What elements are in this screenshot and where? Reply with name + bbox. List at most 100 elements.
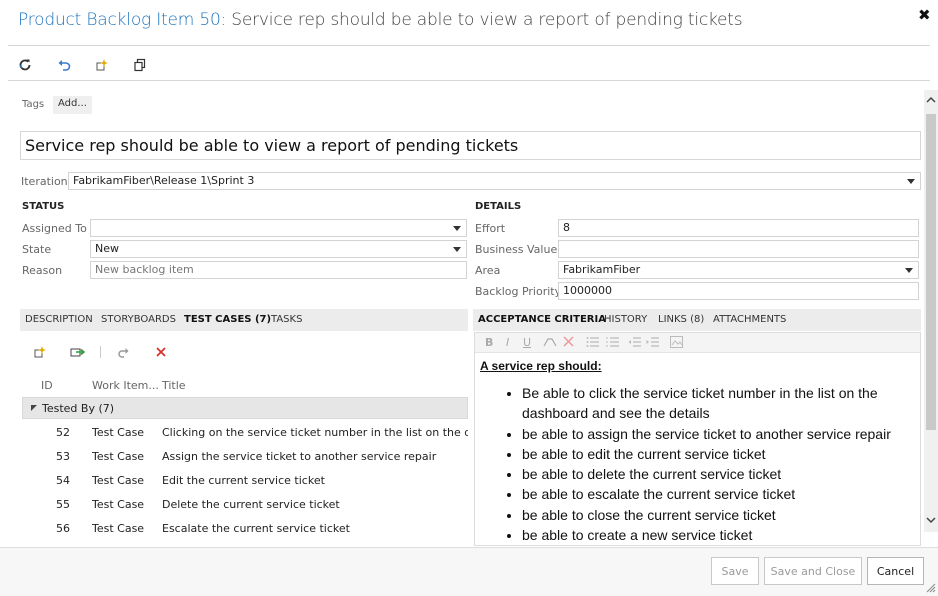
acceptance-criteria-editor[interactable]: B I U A service rep should: Be able to c…: [474, 332, 921, 546]
assigned-to-label: Assigned To: [22, 222, 87, 235]
iteration-value: FabrikamFiber\Release 1\Sprint 3: [73, 174, 255, 187]
work-item-type-label: Product Backlog Item 50:: [18, 10, 227, 30]
right-tab-bar: ACCEPTANCE CRITERIA HISTORY LINKS (8) AT…: [473, 309, 921, 331]
link-existing-icon[interactable]: [68, 342, 88, 362]
row-type: Test Case: [92, 426, 145, 439]
list-item: be able to edit the current service tick…: [522, 444, 910, 464]
table-row[interactable]: 52 Test Case Clicking on the service tic…: [22, 421, 468, 445]
table-row[interactable]: 55 Test Case Delete the current service …: [22, 493, 468, 517]
table-row[interactable]: 56 Test Case Escalate the current servic…: [22, 517, 468, 541]
indent-icon[interactable]: [646, 336, 660, 351]
tab-test-cases[interactable]: TEST CASES (7): [184, 314, 271, 325]
tab-acceptance-criteria[interactable]: ACCEPTANCE CRITERIA: [478, 314, 606, 325]
rich-text-toolbar: B I U: [475, 333, 920, 353]
new-test-case-icon[interactable]: [30, 342, 50, 362]
acceptance-criteria-content: A service rep should: Be able to click t…: [480, 359, 910, 545]
row-id: 56: [56, 522, 70, 535]
vertical-scrollbar[interactable]: [924, 90, 938, 532]
row-title: Edit the current service ticket: [162, 474, 325, 487]
row-id: 55: [56, 498, 70, 511]
tab-history[interactable]: HISTORY: [604, 314, 647, 325]
assigned-to-select[interactable]: [90, 219, 467, 237]
insert-image-icon[interactable]: [670, 336, 683, 351]
highlight-icon[interactable]: [543, 336, 557, 351]
refresh-icon[interactable]: [15, 55, 35, 75]
outdent-icon[interactable]: [628, 336, 642, 351]
row-title: Clicking on the service ticket number in…: [162, 426, 468, 439]
scroll-thumb[interactable]: [926, 114, 936, 430]
toolbar-separator: [100, 346, 101, 358]
numbered-list-icon[interactable]: [606, 336, 620, 351]
status-heading: STATUS: [22, 201, 65, 212]
row-title: Escalate the current service ticket: [162, 522, 350, 535]
table-row[interactable]: 53 Test Case Assign the service ticket t…: [22, 445, 468, 469]
close-icon[interactable]: ✖: [918, 6, 931, 24]
area-value: FabrikamFiber: [563, 263, 641, 276]
new-linked-item-icon[interactable]: [92, 55, 112, 75]
work-item-title-label: Service rep should be able to view a rep…: [226, 10, 743, 30]
row-type: Test Case: [92, 450, 145, 463]
left-tab-bar: DESCRIPTION STORYBOARDS TEST CASES (7) T…: [20, 309, 468, 331]
underline-icon[interactable]: U: [523, 336, 531, 349]
list-item: Be able to click the service ticket numb…: [522, 383, 910, 424]
reason-field: New backlog item: [90, 261, 467, 279]
resize-grip-icon[interactable]: [926, 583, 936, 593]
list-item: be able to delete the current service ti…: [522, 464, 910, 484]
undo-icon[interactable]: [54, 55, 74, 75]
scroll-up-icon[interactable]: [925, 94, 937, 106]
add-tag-button[interactable]: Add...: [53, 96, 92, 114]
italic-icon[interactable]: I: [506, 336, 509, 349]
acceptance-criteria-list: Be able to click the service ticket numb…: [480, 383, 910, 545]
title-input[interactable]: Service rep should be able to view a rep…: [20, 131, 921, 160]
chevron-down-icon: [453, 226, 461, 231]
column-header-id[interactable]: ID: [41, 379, 53, 392]
row-type: Test Case: [92, 498, 145, 511]
save-button[interactable]: Save: [711, 557, 759, 585]
reason-label: Reason: [22, 264, 63, 277]
redo-icon[interactable]: [113, 342, 133, 362]
bullet-list-icon[interactable]: [586, 336, 600, 351]
copy-icon[interactable]: [130, 55, 150, 75]
details-heading: DETAILS: [475, 201, 522, 212]
business-value-input[interactable]: [558, 240, 919, 258]
header-divider: [8, 45, 930, 46]
iteration-select[interactable]: FabrikamFiber\Release 1\Sprint 3: [68, 172, 921, 190]
clear-format-icon[interactable]: [563, 336, 574, 350]
chevron-down-icon: [453, 247, 461, 252]
backlog-priority-label: Backlog Priority: [475, 285, 562, 298]
row-title: Delete the current service ticket: [162, 498, 340, 511]
row-type: Test Case: [92, 474, 145, 487]
list-item: be able to assign the service ticket to …: [522, 424, 910, 444]
effort-label: Effort: [475, 222, 506, 235]
iteration-label: Iteration: [21, 175, 68, 188]
backlog-priority-input[interactable]: 1000000: [558, 282, 919, 300]
save-and-close-button[interactable]: Save and Close: [764, 557, 862, 585]
group-row-tested-by[interactable]: Tested By (7): [22, 397, 468, 419]
tab-description[interactable]: DESCRIPTION: [25, 314, 93, 325]
table-row[interactable]: 54 Test Case Edit the current service ti…: [22, 469, 468, 493]
tags-label: Tags: [22, 99, 45, 110]
collapse-triangle-icon[interactable]: [31, 405, 37, 411]
area-label: Area: [475, 264, 501, 277]
column-header-work-item-type[interactable]: Work Item...: [92, 379, 159, 392]
chevron-down-icon: [905, 268, 913, 273]
remove-link-icon[interactable]: [151, 342, 171, 362]
tab-attachments[interactable]: ATTACHMENTS: [713, 314, 786, 325]
scroll-down-icon[interactable]: [925, 514, 937, 526]
state-select[interactable]: New: [90, 240, 467, 258]
tab-tasks[interactable]: TASKS: [271, 314, 302, 325]
chevron-down-icon: [907, 179, 915, 184]
list-item: be able to close the current service tic…: [522, 505, 910, 525]
row-title: Assign the service ticket to another ser…: [162, 450, 437, 463]
group-label: Tested By (7): [42, 402, 115, 415]
business-value-label: Business Value: [475, 243, 558, 256]
bold-icon[interactable]: B: [485, 336, 493, 349]
tab-links[interactable]: LINKS (8): [658, 314, 704, 325]
effort-input[interactable]: 8: [558, 219, 919, 237]
column-header-title[interactable]: Title: [162, 379, 186, 392]
tab-storyboards[interactable]: STORYBOARDS: [101, 314, 176, 325]
dialog-title: Product Backlog Item 50: Service rep sho…: [18, 10, 743, 30]
state-value: New: [95, 242, 119, 255]
cancel-button[interactable]: Cancel: [867, 557, 924, 585]
area-select[interactable]: FabrikamFiber: [558, 261, 919, 279]
